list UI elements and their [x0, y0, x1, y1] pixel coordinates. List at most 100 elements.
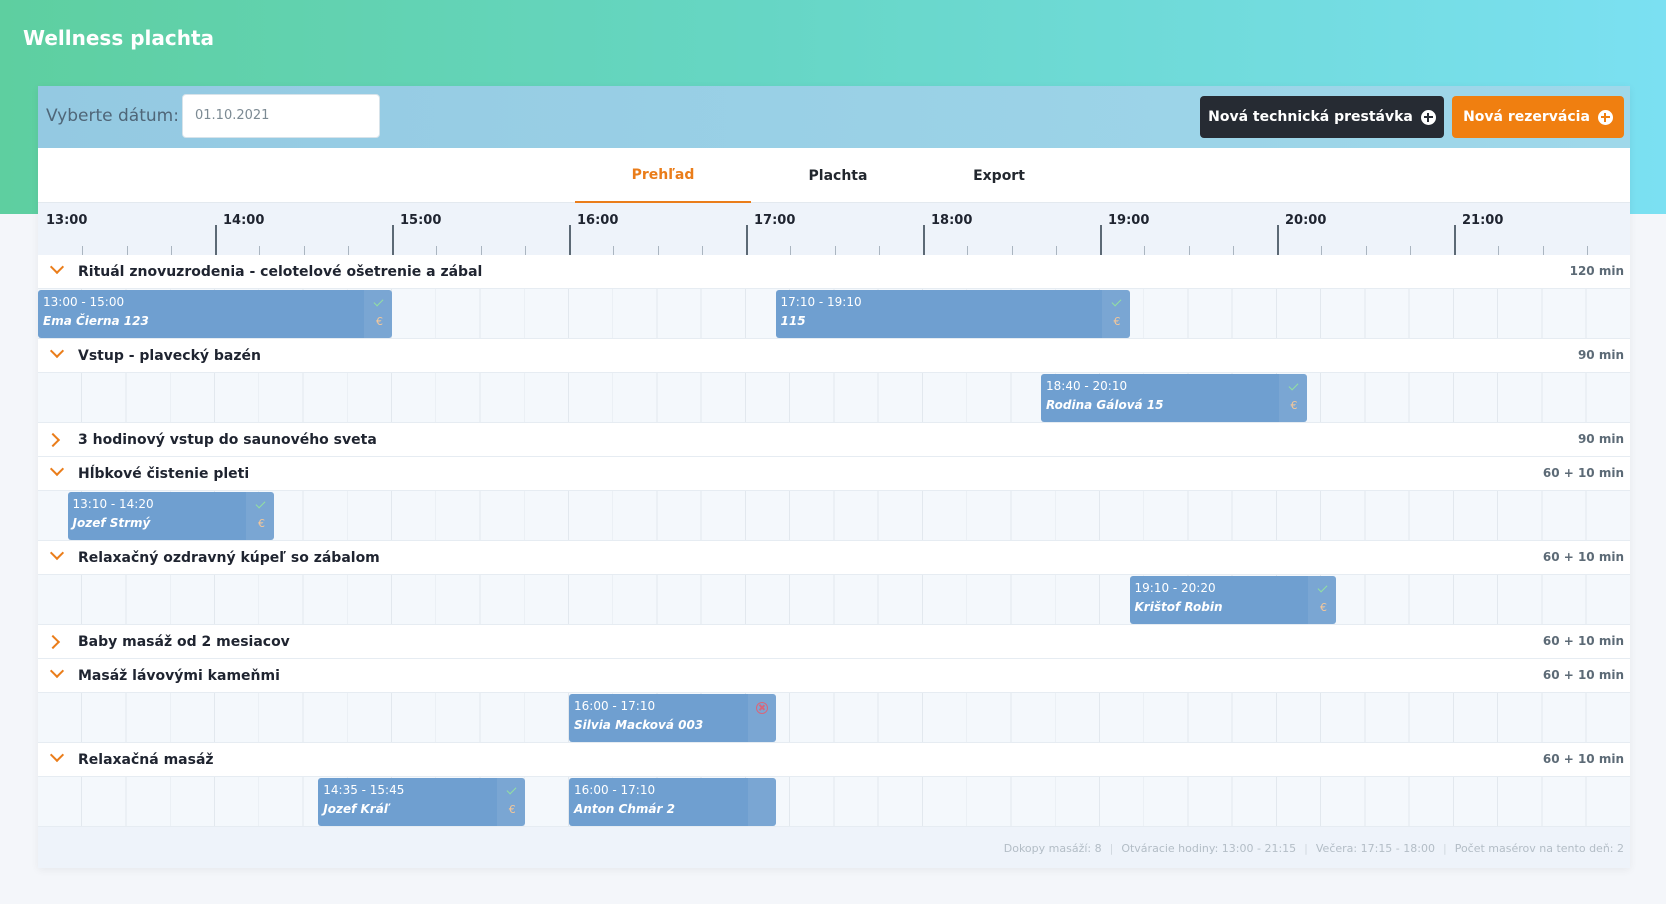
hour-label: 17:00	[754, 213, 796, 228]
service-name: Hĺbkové čistenie pleti	[78, 466, 250, 482]
service-timeline-lane[interactable]: 13:00 - 15:00 Ema Čierna 123 €17:10 - 19:1…	[38, 289, 1630, 339]
service-timeline-lane[interactable]: 18:40 - 20:10 Rodina Gálová 15 €	[38, 373, 1630, 423]
service-duration: 60 + 10 min	[1542, 668, 1624, 682]
hour-label: 15:00	[400, 213, 442, 228]
quarter-tick	[1365, 246, 1367, 255]
service-name: Relaxačná masáž	[78, 752, 214, 768]
hour-label: 20:00	[1285, 213, 1327, 228]
booking-time: 17:10 - 19:10	[780, 295, 862, 309]
separator: |	[1304, 842, 1308, 855]
service-duration: 60 + 10 min	[1542, 634, 1624, 648]
date-input[interactable]: 01.10.2021	[182, 94, 380, 138]
quarter-tick	[613, 246, 615, 255]
service-header[interactable]: Relaxačná masáž 60 + 10 min	[38, 743, 1630, 777]
new-reservation-button[interactable]: Nová rezervácia	[1452, 96, 1624, 138]
quarter-tick	[170, 246, 172, 255]
hour-label: 21:00	[1462, 213, 1504, 228]
quarter-tick	[436, 246, 438, 255]
quarter-tick	[1011, 246, 1013, 255]
tab-sheet[interactable]: Plachta	[750, 148, 926, 203]
new-break-button[interactable]: Nová technická prestávka	[1200, 96, 1444, 138]
quarter-tick	[126, 246, 128, 255]
booking-block[interactable]: 13:10 - 14:20 Jozef Strmý €	[67, 492, 274, 540]
quarter-tick	[878, 246, 880, 255]
service-name: Masáž lávovými kameňmi	[78, 668, 280, 684]
service-header[interactable]: Baby masáž od 2 mesiacov 60 + 10 min	[38, 625, 1630, 659]
booking-time: 13:00 - 15:00	[43, 295, 125, 309]
booking-customer: Ema Čierna 123	[43, 314, 149, 328]
separator: |	[1109, 842, 1114, 855]
quarter-tick	[1321, 246, 1323, 255]
service-header[interactable]: Relaxačný ozdravný kúpeľ so zábalom 60 + …	[38, 541, 1630, 575]
service-timeline-lane[interactable]: 19:10 - 20:20 Krištof Robin €	[38, 575, 1630, 625]
service-duration: 60 + 10 min	[1542, 550, 1624, 564]
quarter-tick	[303, 246, 305, 255]
booking-customer: Rodina Gálová 15	[1046, 398, 1164, 412]
hour-tick	[1100, 225, 1102, 255]
chevron-right-icon[interactable]	[45, 432, 61, 448]
cancel-icon	[755, 702, 768, 714]
booking-time: 13:10 - 14:20	[72, 497, 154, 511]
booking-block[interactable]: 14:35 - 15:45 Jozef Kráľ €	[318, 778, 525, 826]
service-header[interactable]: 3 hodinový vstup do saunového sveta 90 mi…	[38, 423, 1630, 457]
service-name: Vstup - plavecký bazén	[78, 348, 261, 364]
quarter-tick	[657, 246, 659, 255]
quarter-tick	[1055, 246, 1057, 255]
service-name: Relaxačný ozdravný kúpeľ so zábalom	[78, 550, 380, 566]
booking-customer: Krištof Robin	[1134, 600, 1223, 614]
booking-block[interactable]: 18:40 - 20:10 Rodina Gálová 15 €	[1041, 374, 1307, 422]
tab-overview[interactable]: Prehľad	[575, 148, 751, 203]
booking-block[interactable]: 17:10 - 19:10 115 €	[775, 290, 1130, 338]
tab-bar: Prehľad Plachta Export	[38, 148, 1630, 203]
quarter-tick	[790, 246, 792, 255]
chevron-down-icon[interactable]	[49, 663, 65, 679]
chevron-right-icon[interactable]	[45, 634, 61, 650]
tab-export[interactable]: Export	[911, 148, 1087, 203]
chevron-down-icon[interactable]	[49, 343, 65, 359]
booking-customer: Silvia Macková 003	[574, 718, 704, 732]
quarter-tick	[82, 246, 84, 255]
chevron-down-icon[interactable]	[49, 259, 65, 275]
hour-tick	[215, 225, 217, 255]
hour-tick	[1454, 225, 1456, 255]
hour-tick	[392, 225, 394, 255]
booking-block[interactable]: 16:00 - 17:10 Anton Chmár 2	[569, 778, 776, 826]
quarter-tick	[701, 246, 703, 255]
quarter-tick	[524, 246, 526, 255]
separator: |	[1442, 842, 1447, 855]
service-header[interactable]: Vstup - plavecký bazén 90 min	[38, 339, 1630, 373]
booking-time: 18:40 - 20:10	[1046, 379, 1128, 393]
hour-label: 19:00	[1108, 213, 1150, 228]
booking-block[interactable]: 13:00 - 15:00 Ema Čierna 123 €	[38, 290, 392, 338]
service-header[interactable]: Rituál znovuzrodenia - celotelové ošetre…	[38, 255, 1630, 289]
service-duration: 60 + 10 min	[1542, 466, 1624, 480]
booking-block[interactable]: 16:00 - 17:10 Silvia Macková 003	[569, 694, 776, 742]
hour-label: 18:00	[931, 213, 973, 228]
service-duration: 120 min	[1569, 264, 1624, 278]
service-timeline-lane[interactable]: 16:00 - 17:10 Silvia Macková 003	[38, 693, 1630, 743]
booking-customer: Anton Chmár 2	[574, 802, 675, 816]
chevron-down-icon[interactable]	[49, 747, 65, 763]
plus-circle-icon	[1597, 109, 1613, 125]
quarter-tick	[1232, 246, 1234, 255]
service-timeline-lane[interactable]: 14:35 - 15:45 Jozef Kráľ € 16:00 - 17:10 Ant…	[38, 777, 1630, 827]
service-header[interactable]: Hĺbkové čistenie pleti 60 + 10 min	[38, 457, 1630, 491]
time-ruler: 13:00 14:00 15:00 16:00 17:00 18:00 19:00 20:00…	[38, 203, 1630, 255]
quarter-tick	[1542, 246, 1544, 255]
service-header[interactable]: Masáž lávovými kameňmi 60 + 10 min	[38, 659, 1630, 693]
masseur-count: Počet masérov na tento deň: 2	[1454, 842, 1624, 855]
euro-icon: €	[376, 315, 383, 328]
chevron-down-icon[interactable]	[49, 461, 65, 477]
booking-block[interactable]: 19:10 - 20:20 Krištof Robin €	[1129, 576, 1336, 624]
quarter-tick	[347, 246, 349, 255]
euro-icon: €	[1320, 601, 1327, 614]
hour-label: 13:00	[46, 213, 88, 228]
chevron-down-icon[interactable]	[49, 545, 65, 561]
service-duration: 60 + 10 min	[1542, 752, 1624, 766]
service-duration: 90 min	[1577, 432, 1624, 446]
booking-customer: 115	[780, 314, 806, 328]
booking-time: 14:35 - 15:45	[323, 783, 405, 797]
booking-status-area	[747, 778, 776, 826]
service-timeline-lane[interactable]: 13:10 - 14:20 Jozef Strmý €	[38, 491, 1630, 541]
hour-label: 16:00	[577, 213, 619, 228]
